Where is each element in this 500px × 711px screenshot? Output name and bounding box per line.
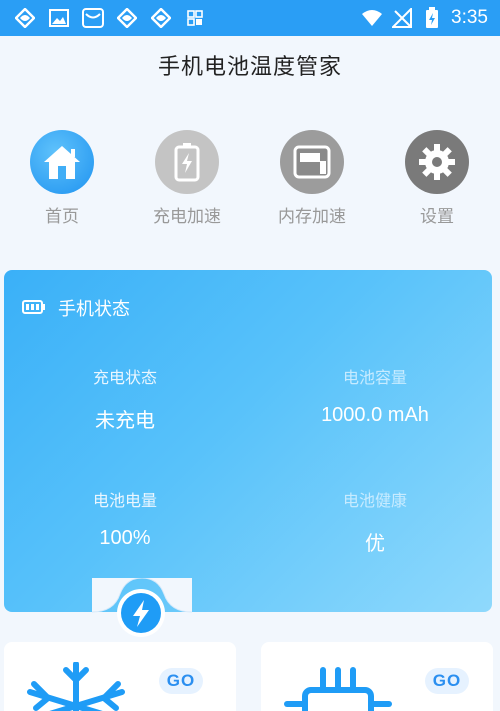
- mail-icon: [82, 7, 104, 29]
- nav-item-memory-boost[interactable]: 内存加速: [257, 130, 367, 227]
- wifi-icon: [361, 7, 383, 29]
- stat-value: 100%: [99, 527, 151, 549]
- battery-charging-icon: [421, 7, 443, 29]
- nav-item-settings[interactable]: 设置: [382, 130, 492, 227]
- notification-icons: [14, 7, 206, 29]
- nav-label-charge-boost: 充电加速: [153, 207, 221, 227]
- go-button[interactable]: GO: [425, 668, 469, 694]
- stat-value: 优: [365, 531, 385, 555]
- nav-row: 首页 充电加速 内存加速 设置: [0, 130, 500, 240]
- gear-icon: [405, 130, 469, 194]
- snowflake-icon: [26, 661, 126, 711]
- stat-value: 1000.0 mAh: [321, 404, 429, 426]
- grid-icon: [184, 7, 206, 29]
- system-icons: 3:35: [361, 7, 488, 29]
- card-header: 手机状态: [22, 295, 130, 321]
- app-icon: [14, 7, 36, 29]
- app-title-bar: 手机电池温度管家: [0, 36, 500, 100]
- go-button[interactable]: GO: [159, 668, 203, 694]
- stat-value: 未充电: [95, 408, 155, 432]
- nav-label-home: 首页: [45, 207, 79, 227]
- stat-label: 电池容量: [342, 368, 407, 387]
- app-title: 手机电池温度管家: [157, 55, 342, 80]
- no-signal-icon: [391, 7, 413, 29]
- home-icon: [30, 130, 94, 194]
- card-title: 手机状态: [58, 299, 130, 320]
- nav-label-settings: 设置: [420, 207, 454, 227]
- stat-label: 电池电量: [92, 491, 157, 510]
- battery-icon: [155, 130, 219, 194]
- clock-time: 3:35: [451, 7, 488, 28]
- stat-battery-capacity: 电池容量 1000.0 mAh: [255, 364, 495, 427]
- stat-label: 电池健康: [342, 491, 407, 510]
- nav-item-home[interactable]: 首页: [7, 130, 117, 227]
- phone-status-card: 手机状态 充电状态 未充电 电池容量 1000.0 mAh 电池电量 100% …: [4, 270, 492, 612]
- app-icon: [116, 7, 138, 29]
- battery-status-icon: [22, 299, 46, 318]
- stat-charge-status: 充电状态 未充电: [5, 364, 245, 433]
- stat-battery-level: 电池电量 100%: [5, 487, 245, 550]
- cooling-card[interactable]: GO: [4, 642, 236, 711]
- status-bar: 3:35: [0, 0, 500, 36]
- image-icon: [48, 7, 70, 29]
- stat-battery-health: 电池健康 优: [255, 487, 495, 556]
- memory-icon: [280, 130, 344, 194]
- app-icon: [150, 7, 172, 29]
- lightning-icon[interactable]: [117, 589, 165, 637]
- cpu-cooling-card[interactable]: GO: [261, 642, 493, 711]
- chip-icon: [283, 664, 393, 711]
- nav-item-charge-boost[interactable]: 充电加速: [132, 130, 242, 227]
- nav-label-memory-boost: 内存加速: [278, 207, 346, 227]
- stat-label: 充电状态: [92, 368, 157, 387]
